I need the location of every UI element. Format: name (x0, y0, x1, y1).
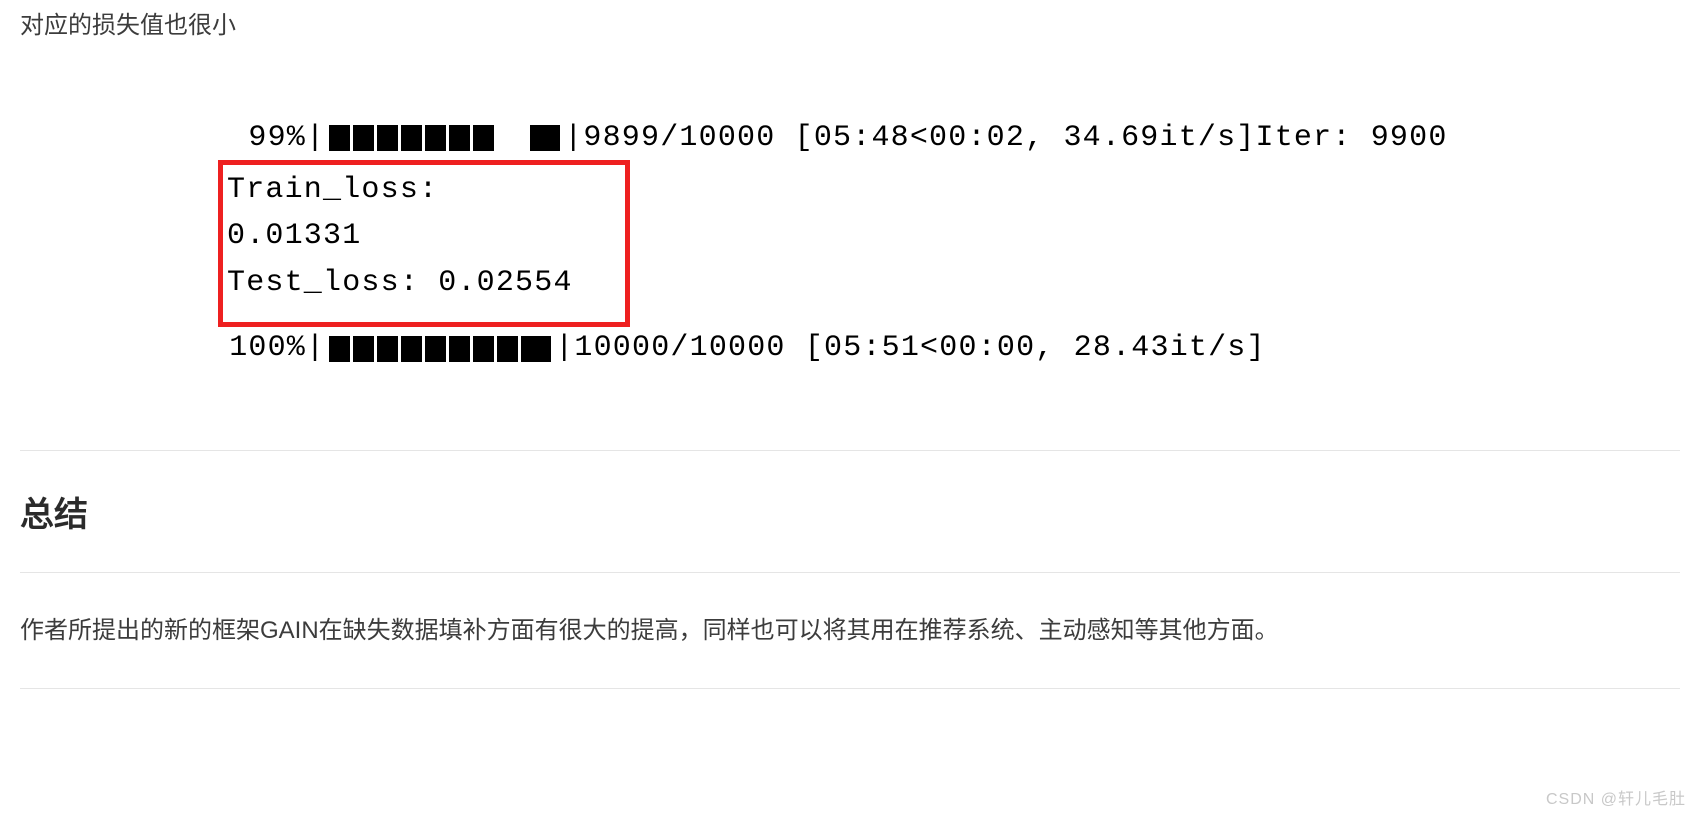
divider (20, 450, 1680, 451)
bar-cell (353, 125, 374, 151)
highlighted-loss-box: Train_loss: 0.01331 Test_loss: 0.02554 (218, 160, 630, 328)
divider (20, 688, 1680, 689)
bar-delim-open: | (306, 327, 325, 370)
watermark-text: CSDN @轩儿毛肚 (1546, 785, 1686, 809)
bar-delim-close: | (564, 117, 583, 160)
bar-cell (425, 336, 446, 362)
bar-cell (425, 125, 446, 151)
paragraph-text: 作者所提出的新的框架GAIN在缺失数据填补方面有很大的提高，同样也可以将其用在推… (20, 609, 1680, 652)
bar-delim-close: | (555, 327, 574, 370)
paragraph-text: 对应的损失值也很小 (20, 4, 1680, 47)
bar-cell (449, 336, 470, 362)
bar-cell (530, 125, 560, 151)
bar-cell (329, 125, 350, 151)
progress-bar-2 (329, 336, 551, 362)
progress-stats: 10000/10000 [05:51<00:00, 28.43it/s] (574, 327, 1265, 370)
train-loss-line: Train_loss: 0.01331 (227, 167, 575, 260)
test-loss-line: Test_loss: 0.02554 (227, 260, 575, 307)
progress-stats: 9899/10000 [05:48<00:02, 34.69it/s]Iter:… (583, 117, 1447, 160)
section-heading: 总结 (20, 487, 1680, 536)
bar-cell (449, 125, 470, 151)
progress-line-2: 100% | | 10000/10000 [05:51<00:00, 28.43… (220, 327, 1680, 370)
bar-cell (329, 336, 350, 362)
bar-cell (497, 336, 518, 362)
bar-cell (401, 336, 422, 362)
bar-delim-open: | (306, 117, 325, 160)
bar-cell (473, 336, 494, 362)
bar-cell (353, 336, 374, 362)
progress-percent: 100% (220, 327, 306, 370)
bar-cell (377, 336, 398, 362)
bar-cell-empty (497, 125, 527, 151)
progress-percent: 99% (220, 117, 306, 160)
progress-bar-1 (329, 125, 560, 151)
bar-cell (377, 125, 398, 151)
bar-cell (521, 336, 551, 362)
bar-cell (473, 125, 494, 151)
progress-line-1: 99% | | 9899/10000 [05:48<00:02, 34.69it… (220, 117, 1680, 160)
divider (20, 572, 1680, 573)
bar-cell (401, 125, 422, 151)
code-output-figure: 99% | | 9899/10000 [05:48<00:02, 34.69it… (220, 117, 1680, 370)
